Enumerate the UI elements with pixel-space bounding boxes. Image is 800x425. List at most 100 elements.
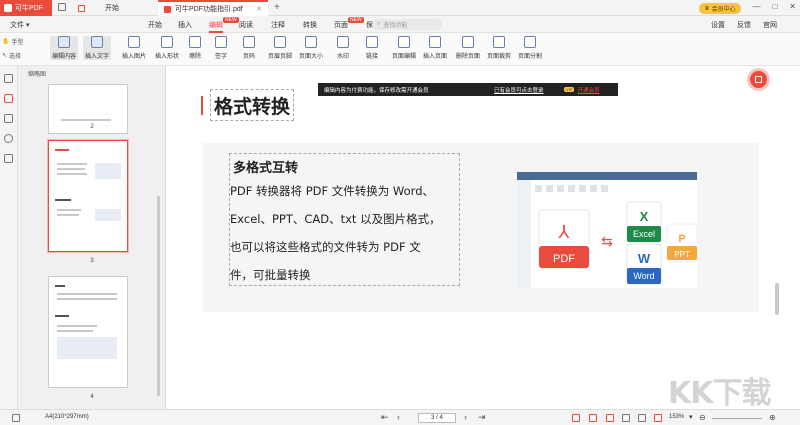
close-window-icon[interactable]: ✕ bbox=[789, 2, 796, 11]
tool-split-page[interactable]: 页面分割 bbox=[518, 36, 542, 60]
thumb-text-line bbox=[61, 119, 111, 121]
tool-edit-content[interactable]: 编辑内容 bbox=[50, 36, 79, 60]
tool-insert-page[interactable]: 插入页面 bbox=[423, 36, 447, 60]
first-page-icon[interactable]: ⇤ bbox=[381, 412, 389, 423]
title-bar: 可牛PDF 开始 可牛PDF功能指引.pdf ✕ + ♛ 会员中心 — □ ✕ bbox=[0, 0, 800, 16]
thumb-text-line bbox=[57, 163, 87, 165]
thumb-text-line bbox=[57, 214, 79, 216]
menu-read[interactable]: 阅读 bbox=[239, 20, 253, 30]
tool-label: 页面编辑 bbox=[392, 54, 417, 60]
menu-page-label: 页面 bbox=[334, 22, 348, 29]
tool-sign[interactable]: 签字 bbox=[215, 36, 227, 60]
menu-start[interactable]: 开始 bbox=[148, 20, 162, 30]
menu-feedback[interactable]: 反馈 bbox=[737, 20, 751, 30]
floating-action-button[interactable] bbox=[750, 71, 767, 88]
search-panel-icon[interactable] bbox=[4, 134, 13, 143]
comment-icon[interactable] bbox=[4, 114, 13, 123]
bookmark-icon[interactable] bbox=[4, 74, 13, 83]
tab-start[interactable]: 开始 bbox=[72, 0, 158, 16]
menu-website[interactable]: 官网 bbox=[763, 20, 777, 30]
page-title[interactable]: 格式转换 bbox=[210, 89, 295, 121]
menu-edit[interactable]: 编辑 NEW bbox=[209, 17, 239, 33]
app-logo[interactable]: 可牛PDF bbox=[0, 0, 52, 16]
fullscreen-icon[interactable] bbox=[654, 414, 662, 422]
tool-label: 签字 bbox=[215, 54, 228, 60]
tool-label: 擦除 bbox=[189, 54, 202, 60]
open-vip-link[interactable]: VIP 开通会员 bbox=[564, 86, 599, 94]
attachment-icon[interactable] bbox=[4, 154, 13, 163]
minimize-icon[interactable]: — bbox=[752, 2, 760, 11]
tool-label: 插入图片 bbox=[122, 54, 147, 60]
menu-convert[interactable]: 转换 bbox=[303, 20, 317, 30]
menu-page[interactable]: 页面 NEW bbox=[334, 17, 364, 30]
tool-header-footer[interactable]: 页眉页脚 bbox=[268, 36, 292, 60]
pdf-label: PDF bbox=[553, 253, 575, 265]
login-link[interactable]: 已有会员可点击登录 bbox=[494, 86, 544, 94]
fit-width-icon[interactable] bbox=[622, 414, 630, 422]
word-letter: W bbox=[638, 251, 651, 266]
tool-erase[interactable]: 擦除 bbox=[189, 36, 201, 60]
watermark-text: KK下载 bbox=[668, 376, 771, 411]
page-setup-icon[interactable] bbox=[12, 414, 20, 422]
zoom-level[interactable]: 153% bbox=[669, 414, 684, 420]
next-page-icon[interactable]: › bbox=[464, 412, 467, 422]
thumbnail-scrollbar[interactable] bbox=[157, 196, 160, 396]
paragraph-line: 件，可批量转换 bbox=[230, 268, 311, 282]
page-thumbnail-3[interactable] bbox=[48, 140, 128, 252]
zoom-in-icon[interactable]: ⊕ bbox=[769, 413, 776, 422]
prev-page-icon[interactable]: ‹ bbox=[397, 412, 400, 422]
document-scrollbar[interactable] bbox=[775, 283, 779, 315]
tool-insert-text[interactable]: 插入文字 bbox=[83, 36, 112, 60]
maximize-icon[interactable]: □ bbox=[772, 2, 777, 11]
tool-watermark[interactable]: 水印 bbox=[337, 36, 349, 60]
continuous-view-icon[interactable] bbox=[606, 414, 614, 422]
page-number-label: 4 bbox=[90, 394, 94, 400]
page-thumbnail-4[interactable] bbox=[48, 276, 128, 388]
zoom-dropdown-icon[interactable]: ▾ bbox=[689, 413, 693, 421]
cursor-icon: ↖ bbox=[2, 53, 8, 59]
close-tab-icon[interactable]: ✕ bbox=[256, 5, 262, 13]
format-conversion-illustration: ⅄ PDF ⇆ X Excel W Word P PPT bbox=[517, 172, 697, 288]
tool-insert-image[interactable]: 插入图片 bbox=[122, 36, 146, 60]
app-logo-text: 可牛PDF bbox=[15, 5, 43, 12]
insert-shape-icon bbox=[161, 36, 173, 48]
search-input[interactable]: ⌕ 查找功能 bbox=[372, 19, 442, 30]
word-label: Word bbox=[633, 271, 654, 281]
tool-label: 编辑内容 bbox=[52, 54, 77, 60]
crown-icon: ♛ bbox=[704, 6, 710, 12]
thumb-text-line bbox=[57, 173, 87, 175]
eraser-icon bbox=[189, 36, 201, 48]
tool-label: 删除页面 bbox=[456, 54, 481, 60]
menu-insert[interactable]: 插入 bbox=[178, 20, 192, 30]
single-page-view-icon[interactable] bbox=[572, 414, 580, 422]
double-page-view-icon[interactable] bbox=[589, 414, 597, 422]
thumbnail-icon[interactable] bbox=[4, 94, 13, 103]
file-menu[interactable]: 文件 ▾ bbox=[10, 20, 29, 30]
hand-icon: ✋ bbox=[2, 39, 10, 45]
tool-insert-shape[interactable]: 插入形状 bbox=[155, 36, 179, 60]
tool-label: 页面分割 bbox=[518, 54, 543, 60]
hand-tool[interactable]: ✋ 手型 bbox=[2, 37, 24, 46]
tab-document[interactable]: 可牛PDF功能指引.pdf ✕ bbox=[158, 0, 268, 16]
tool-crop-page[interactable]: 页面裁剪 bbox=[487, 36, 511, 60]
fit-page-icon[interactable] bbox=[638, 414, 646, 422]
tool-page-number[interactable]: 页码 bbox=[243, 36, 255, 60]
home-icon[interactable] bbox=[58, 3, 66, 11]
tool-page-size[interactable]: 页面大小 bbox=[299, 36, 323, 60]
menu-settings[interactable]: 设置 bbox=[711, 20, 725, 30]
paragraph-line: PDF 转换器将 PDF 文件转换为 Word、 bbox=[230, 184, 434, 198]
menu-annotate[interactable]: 注释 bbox=[271, 20, 285, 30]
tool-delete-page[interactable]: 删除页面 bbox=[456, 36, 480, 60]
last-page-icon[interactable]: ⇥ bbox=[478, 412, 486, 423]
page-indicator-input[interactable]: 3 / 4 bbox=[418, 413, 456, 423]
zoom-out-icon[interactable]: ⊖ bbox=[699, 413, 706, 422]
toolbar: ✋ 手型 ↖ 选择 编辑内容 插入文字 插入图片 插入形状 擦除 签字 页码 页眉页… bbox=[0, 33, 800, 66]
select-tool[interactable]: ↖ 选择 bbox=[2, 51, 21, 60]
tool-page-edit[interactable]: 页面编辑 bbox=[392, 36, 416, 60]
tool-link[interactable]: 链接 bbox=[366, 36, 378, 60]
section-heading: 多格式互转 bbox=[233, 161, 299, 176]
illus-window-header bbox=[517, 172, 697, 180]
new-tab-icon[interactable]: + bbox=[274, 2, 280, 13]
vip-center-button[interactable]: ♛ 会员中心 bbox=[699, 3, 741, 14]
zoom-slider[interactable] bbox=[712, 418, 762, 419]
